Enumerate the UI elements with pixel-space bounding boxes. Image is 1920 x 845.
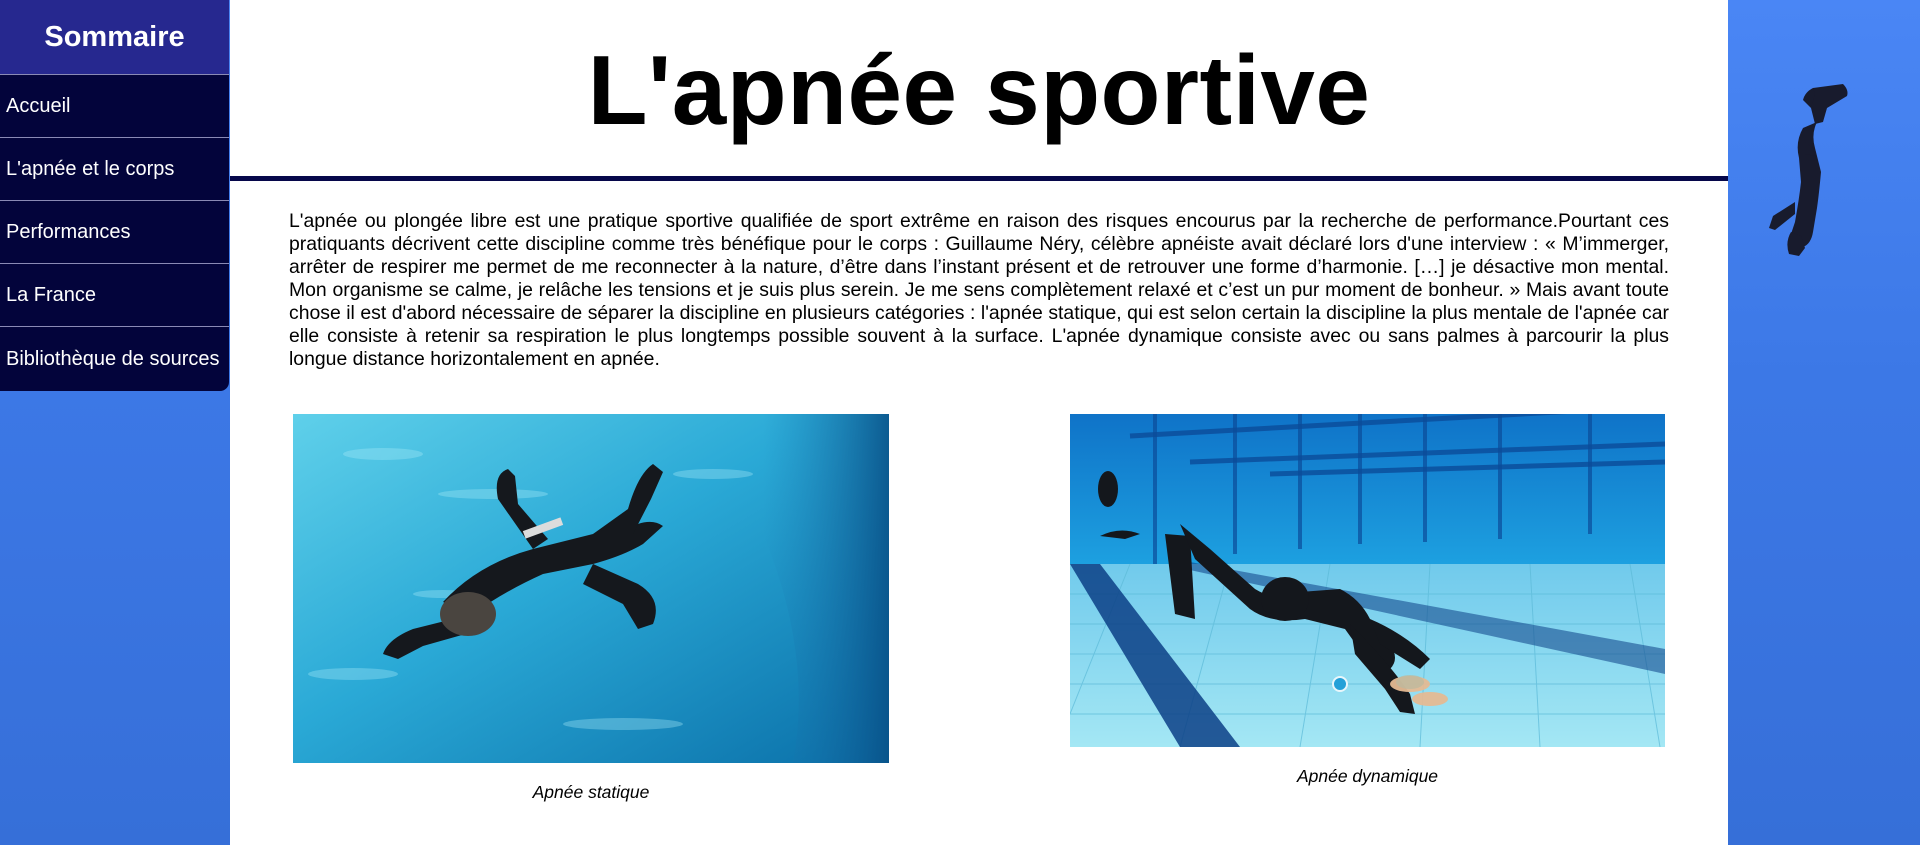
nav-list: Accueil L'apnée et le corps Performances… bbox=[0, 75, 229, 391]
intro-paragraph: L'apnée ou plongée libre est une pratiqu… bbox=[289, 210, 1669, 370]
sidebar-title: Sommaire bbox=[0, 0, 229, 75]
sidebar-item-la-france[interactable]: La France bbox=[0, 264, 229, 327]
sidebar: Sommaire Accueil L'apnée et le corps Per… bbox=[0, 0, 229, 391]
main-content: L'apnée sportive L'apnée ou plongée libr… bbox=[230, 0, 1728, 845]
dynamic-apnea-photo bbox=[1070, 414, 1665, 747]
freediver-silhouette-icon bbox=[1765, 82, 1860, 260]
static-apnea-caption: Apnée statique bbox=[532, 782, 650, 802]
dynamic-apnea-caption: Apnée dynamique bbox=[1296, 766, 1439, 786]
sidebar-item-accueil[interactable]: Accueil bbox=[0, 75, 229, 138]
static-apnea-photo bbox=[293, 414, 889, 763]
page-title: L'apnée sportive bbox=[587, 35, 1371, 145]
figure-dynamic-apnea: Apnée dynamique bbox=[1070, 414, 1665, 787]
sidebar-item-performances[interactable]: Performances bbox=[0, 201, 229, 264]
sidebar-item-apnee-et-le-corps[interactable]: L'apnée et le corps bbox=[0, 138, 229, 201]
figure-static-apnea: Apnée statique bbox=[293, 414, 889, 803]
title-divider bbox=[230, 176, 1728, 181]
sidebar-item-bibliotheque-de-sources[interactable]: Bibliothèque de sources bbox=[0, 327, 229, 391]
